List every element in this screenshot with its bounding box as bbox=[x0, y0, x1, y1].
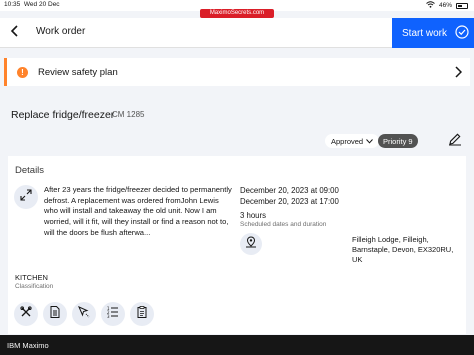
work-order-title: Replace fridge/freezer bbox=[11, 109, 115, 121]
duration-label: Scheduled dates and duration bbox=[240, 221, 327, 228]
warning-icon: ! bbox=[17, 66, 28, 78]
battery-icon bbox=[456, 2, 468, 9]
edit-icon bbox=[448, 132, 462, 151]
action-toolbar: 123 bbox=[14, 302, 154, 326]
status-bar: 10:35 Wed 20 Dec MaximoSecrets.com 46% bbox=[0, 0, 474, 18]
status-time: 10:35 Wed 20 Dec bbox=[4, 1, 60, 8]
page-title: Work order bbox=[36, 26, 86, 37]
tools-icon bbox=[20, 305, 32, 323]
top-header: Work order Start work bbox=[0, 18, 474, 48]
work-order-id: CM 1285 bbox=[112, 110, 145, 119]
status-label: Approved bbox=[331, 136, 364, 146]
map-button[interactable] bbox=[240, 233, 262, 255]
duration-value: 3 hours bbox=[240, 211, 267, 220]
review-safety-plan-row[interactable]: ! Review safety plan bbox=[4, 58, 470, 86]
clipboard-icon bbox=[137, 305, 147, 323]
edit-button[interactable] bbox=[444, 130, 466, 152]
scheduled-finish: December 20, 2023 at 17:00 bbox=[240, 197, 339, 206]
start-work-icon bbox=[455, 24, 469, 42]
details-heading: Details bbox=[15, 165, 45, 176]
location-label: Classification bbox=[15, 283, 54, 290]
start-work-label: Start work bbox=[402, 27, 448, 39]
chevron-down-icon bbox=[366, 137, 373, 146]
priority-label: Priority 9 bbox=[383, 136, 413, 146]
status-dropdown[interactable]: Approved bbox=[325, 134, 380, 148]
document-button[interactable] bbox=[43, 302, 67, 326]
start-work-button[interactable]: Start work bbox=[392, 18, 474, 48]
priority-badge: Priority 9 bbox=[378, 134, 418, 148]
checklist-button[interactable] bbox=[130, 302, 154, 326]
app-footer: IBM Maximo bbox=[0, 335, 474, 355]
svg-text:3: 3 bbox=[107, 314, 110, 318]
select-button[interactable] bbox=[72, 302, 96, 326]
battery-level: 46% bbox=[438, 2, 452, 9]
footer-brand: IBM Maximo bbox=[7, 340, 49, 350]
expand-description-button[interactable] bbox=[14, 185, 38, 209]
status-right: 46% bbox=[426, 1, 468, 10]
details-card: Details After 23 years the fridge/freeze… bbox=[8, 156, 466, 334]
service-address: Filleigh Lodge, Filleigh, Barnstaple, De… bbox=[352, 235, 454, 265]
wifi-icon bbox=[426, 1, 435, 10]
work-description: After 23 years the fridge/freezer decide… bbox=[44, 185, 232, 237]
location-value: KITCHEN bbox=[15, 273, 48, 282]
list-icon: 123 bbox=[107, 305, 119, 323]
task-list-button[interactable]: 123 bbox=[101, 302, 125, 326]
safety-plan-label: Review safety plan bbox=[38, 66, 118, 78]
back-button[interactable] bbox=[6, 23, 24, 43]
scheduled-start: December 20, 2023 at 09:00 bbox=[240, 186, 339, 195]
back-arrow-icon bbox=[10, 24, 20, 42]
chevron-right-icon bbox=[454, 65, 463, 83]
expand-icon bbox=[20, 188, 32, 206]
cursor-icon bbox=[78, 305, 90, 323]
tools-button[interactable] bbox=[14, 302, 38, 326]
map-icon bbox=[245, 235, 257, 253]
document-icon bbox=[50, 305, 60, 323]
url-watermark: MaximoSecrets.com bbox=[200, 9, 274, 18]
